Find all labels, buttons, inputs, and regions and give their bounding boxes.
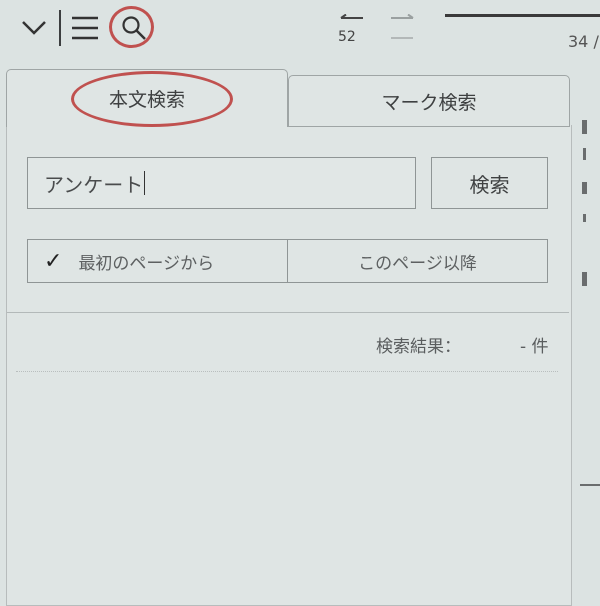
results-label: 検索結果： — [376, 337, 461, 357]
current-page-indicator: 34 / — [568, 32, 599, 51]
search-button[interactable]: 検索 — [431, 157, 548, 209]
scope-from-first-page[interactable]: ✓ 最初のページから — [27, 239, 288, 283]
tab-highlight — [71, 71, 233, 127]
background-text-mark — [582, 182, 587, 194]
tab-label: マーク検索 — [381, 91, 477, 114]
scope-option-label: 最初のページから — [78, 253, 215, 274]
background-text-mark — [580, 484, 600, 486]
search-input[interactable]: アンケート — [27, 157, 416, 209]
search-icon-highlight — [109, 6, 154, 48]
tab-mark-search[interactable]: マーク検索 — [288, 75, 570, 127]
search-button-label: 検索 — [469, 172, 510, 197]
background-text-mark — [583, 148, 586, 160]
text-caret — [144, 171, 146, 195]
hamburger-menu-icon[interactable] — [70, 14, 100, 42]
results-separator — [16, 371, 558, 372]
background-text-mark — [582, 272, 587, 286]
background-text-mark — [582, 120, 587, 134]
back-arrow-icon[interactable] — [339, 14, 365, 28]
background-text-mark — [583, 214, 586, 222]
back-page-number: 52 — [338, 29, 356, 45]
reading-progress-bar[interactable] — [445, 14, 600, 17]
divider — [7, 312, 569, 313]
toolbar-divider — [59, 10, 61, 46]
checkmark-icon: ✓ — [44, 248, 63, 274]
chevron-down-icon[interactable] — [20, 17, 48, 37]
scope-option-label: このページ以降 — [358, 253, 477, 274]
forward-arrow-icon[interactable] — [389, 14, 415, 44]
results-count: - 件 — [520, 337, 549, 357]
scope-from-this-page[interactable]: このページ以降 — [287, 239, 548, 283]
search-input-value: アンケート — [44, 172, 144, 197]
